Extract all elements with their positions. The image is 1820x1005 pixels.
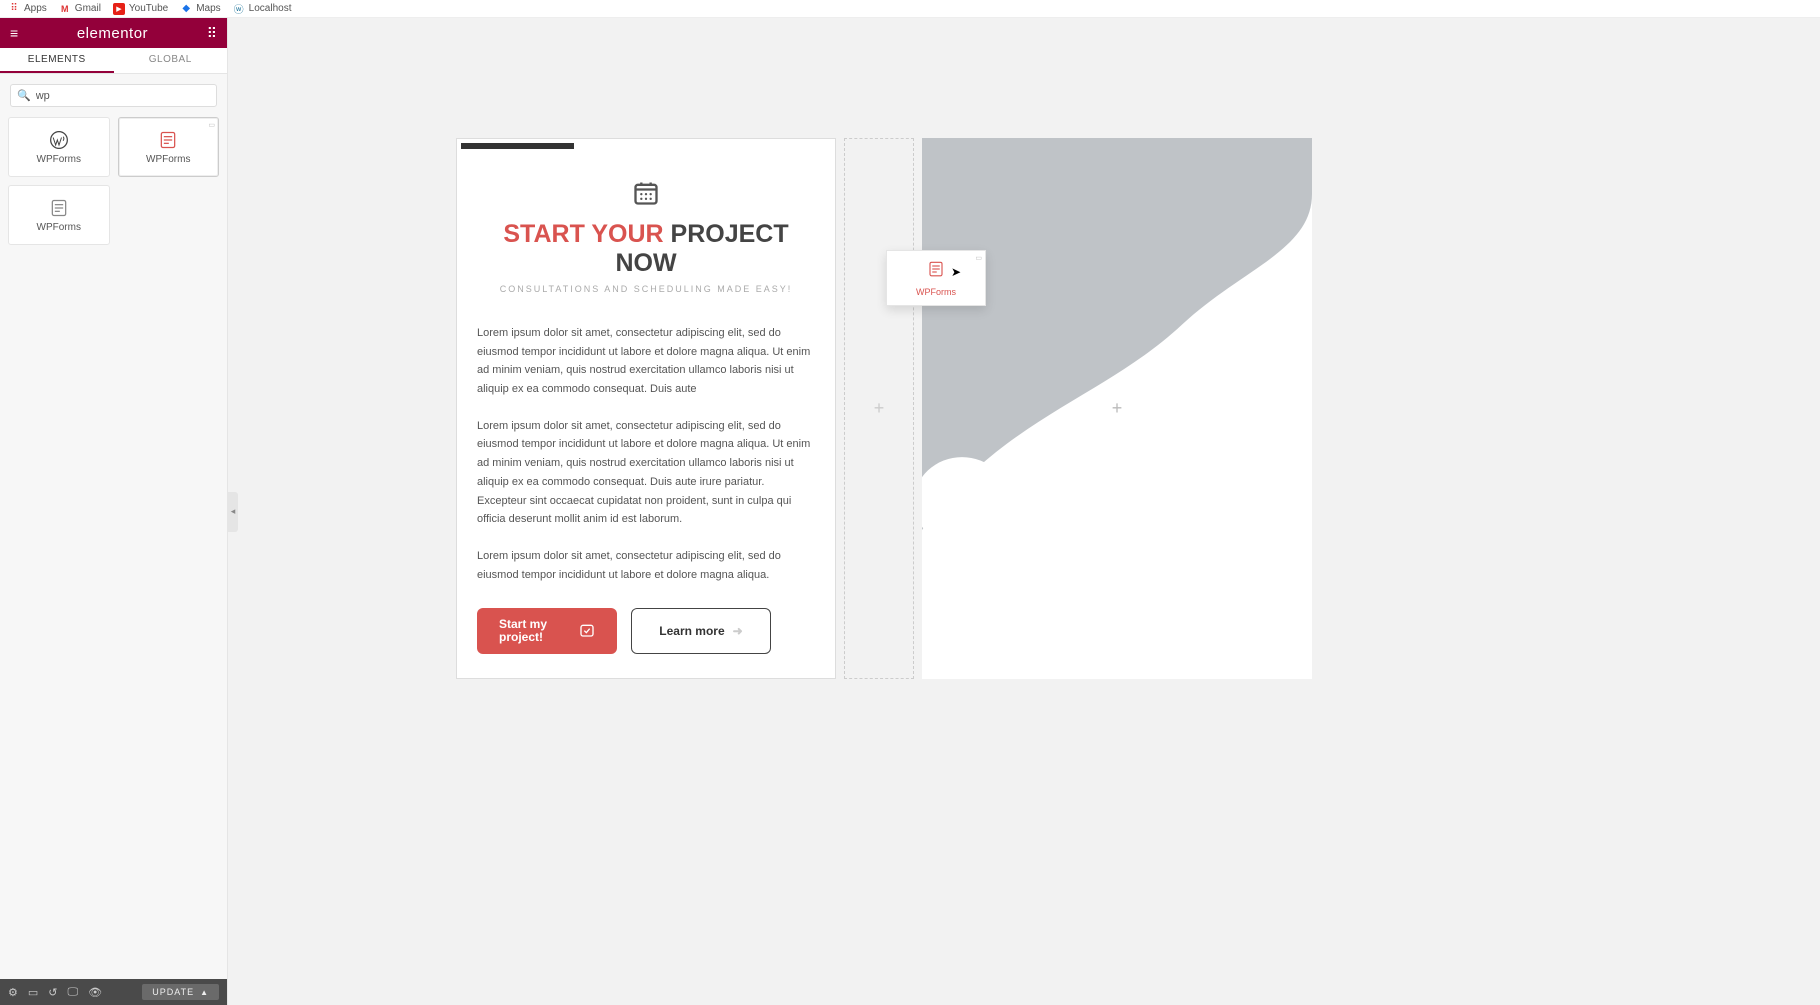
section-columns: START YOUR PROJECT NOW CONSULTATIONS AND…	[456, 138, 1312, 679]
update-button[interactable]: UPDATE ▲	[142, 984, 219, 1000]
sidebar-header: ≡ elementor ⠿	[0, 18, 227, 48]
ghost-label: WPForms	[916, 287, 956, 297]
youtube-icon: ▶	[113, 3, 125, 15]
bookmark-label: Maps	[196, 3, 220, 14]
heading-accent: START YOUR	[503, 220, 663, 248]
search-box[interactable]: 🔍	[10, 84, 217, 107]
button-label: Start my project!	[499, 618, 571, 644]
pro-badge-icon: ▭	[975, 254, 982, 262]
widget-wpforms-1[interactable]: WPForms	[8, 117, 110, 177]
widgets-grid-icon[interactable]: ⠿	[207, 25, 217, 42]
start-project-button[interactable]: Start my project!	[477, 608, 617, 654]
wordpress-logo-icon	[49, 130, 69, 150]
page-subheading[interactable]: CONSULTATIONS AND SCHEDULING MADE EASY!	[477, 284, 815, 294]
responsive-icon[interactable]: 🖵	[68, 986, 79, 999]
wordpress-icon: ⓦ	[233, 3, 245, 15]
body-paragraph-3[interactable]: Lorem ipsum dolor sit amet, consectetur …	[477, 547, 815, 584]
form-icon	[158, 130, 178, 150]
navigator-icon[interactable]: ▭	[28, 986, 38, 999]
elementor-logo: elementor	[77, 25, 148, 42]
sidebar-footer: ⚙ ▭ ↺ 🖵 👁 UPDATE ▲	[0, 979, 227, 1005]
elementor-sidebar: ≡ elementor ⠿ ELEMENTS GLOBAL 🔍 WPForms …	[0, 18, 228, 1005]
panel-collapse-toggle[interactable]: ◂	[228, 492, 238, 532]
chevron-up-icon: ▲	[200, 988, 209, 997]
settings-icon[interactable]: ⚙	[8, 986, 18, 999]
menu-icon[interactable]: ≡	[10, 25, 18, 41]
search-wrap: 🔍	[0, 74, 227, 117]
widget-wpforms-2[interactable]: ▭ WPForms	[118, 117, 220, 177]
calendar-check-icon	[579, 622, 595, 641]
preview-icon[interactable]: 👁	[88, 986, 102, 999]
search-input[interactable]	[36, 90, 210, 102]
bookmark-youtube[interactable]: ▶ YouTube	[113, 3, 168, 15]
widget-label: WPForms	[37, 154, 81, 165]
calendar-icon	[477, 179, 815, 214]
bookmark-localhost[interactable]: ⓦ Localhost	[233, 3, 292, 15]
body-paragraph-1[interactable]: Lorem ipsum dolor sit amet, consectetur …	[477, 324, 815, 399]
learn-more-button[interactable]: Learn more ➜	[631, 608, 771, 654]
cursor-icon: ➤	[951, 265, 961, 279]
history-icon[interactable]: ↺	[48, 986, 57, 999]
body-paragraph-2[interactable]: Lorem ipsum dolor sit amet, consectetur …	[477, 417, 815, 529]
editor-canvas[interactable]: ◂ START YOUR PROJECT NOW CONSULTATIONS A…	[228, 18, 1820, 1005]
browser-bookmark-bar: ⠿ Apps M Gmail ▶ YouTube ◆ Maps ⓦ Localh…	[0, 0, 1820, 18]
plus-icon: +	[1112, 398, 1123, 419]
sidebar-tabs: ELEMENTS GLOBAL	[0, 48, 227, 74]
apps-grid-icon: ⠿	[8, 3, 20, 15]
bookmark-label: Apps	[24, 3, 47, 14]
column-inner: START YOUR PROJECT NOW CONSULTATIONS AND…	[457, 149, 835, 678]
app-root: ≡ elementor ⠿ ELEMENTS GLOBAL 🔍 WPForms …	[0, 18, 1820, 1005]
button-label: Learn more	[659, 625, 724, 638]
form-icon	[49, 198, 69, 218]
search-icon: 🔍	[17, 89, 31, 102]
bookmark-label: YouTube	[129, 3, 168, 14]
pro-badge-icon: ▭	[208, 121, 215, 129]
column-image-placeholder[interactable]: +	[922, 138, 1312, 679]
maps-icon: ◆	[180, 3, 192, 15]
button-row: Start my project! Learn more ➜	[477, 608, 815, 654]
bookmark-gmail[interactable]: M Gmail	[59, 3, 101, 15]
bookmark-maps[interactable]: ◆ Maps	[180, 3, 220, 15]
plus-icon: +	[874, 398, 885, 419]
gmail-icon: M	[59, 3, 71, 15]
tab-elements[interactable]: ELEMENTS	[0, 48, 114, 73]
arrow-right-icon: ➜	[733, 624, 743, 638]
sidebar-spacer	[0, 245, 227, 979]
dragging-widget-ghost[interactable]: ▭ WPForms ➤	[886, 250, 986, 306]
widget-label: WPForms	[37, 222, 81, 233]
column-content[interactable]: START YOUR PROJECT NOW CONSULTATIONS AND…	[456, 138, 836, 679]
update-label: UPDATE	[152, 987, 194, 997]
bookmark-label: Gmail	[75, 3, 101, 14]
bookmark-apps[interactable]: ⠿ Apps	[8, 3, 47, 15]
form-icon	[927, 260, 945, 283]
widgets-grid: WPForms ▭ WPForms WPForms	[0, 117, 227, 245]
tab-global[interactable]: GLOBAL	[114, 48, 228, 73]
bookmark-label: Localhost	[249, 3, 292, 14]
widget-wpforms-3[interactable]: WPForms	[8, 185, 110, 245]
widget-label: WPForms	[146, 154, 190, 165]
page-heading[interactable]: START YOUR PROJECT NOW	[477, 220, 815, 278]
column-empty-dropzone[interactable]: +	[844, 138, 914, 679]
